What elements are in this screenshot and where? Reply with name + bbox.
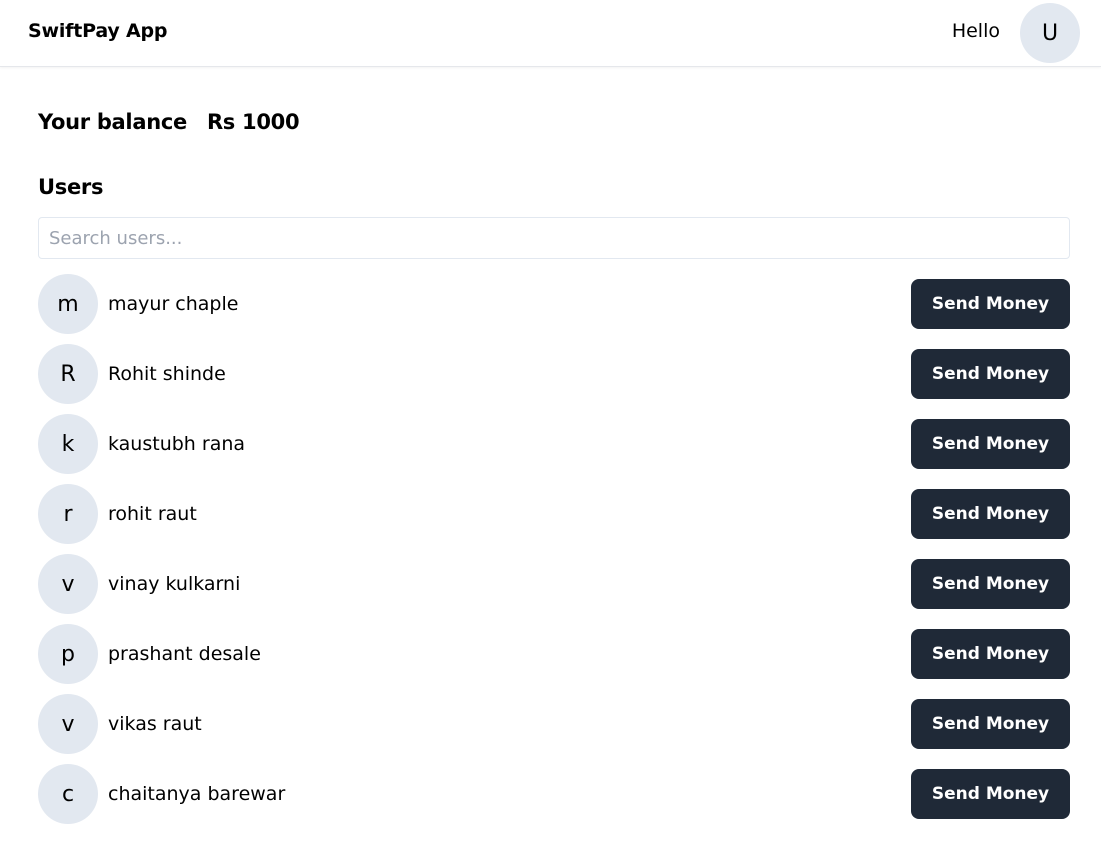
list-item: p prashant desale Send Money [38, 624, 1070, 694]
avatar: r [38, 484, 98, 544]
avatar: m [38, 274, 98, 334]
list-item: m mayur chaple Send Money [38, 274, 1070, 344]
balance-label: Your balance [38, 110, 187, 134]
user-list: m mayur chaple Send Money R Rohit shinde Send… [38, 274, 1070, 834]
avatar: v [38, 554, 98, 614]
send-money-button[interactable]: Send Money [911, 699, 1070, 749]
send-money-button[interactable]: Send Money [911, 629, 1070, 679]
list-item: c chaitanya barewar Send Money [38, 764, 1070, 834]
greeting-text: Hello [951, 20, 1000, 42]
send-money-button[interactable]: Send Money [911, 279, 1070, 329]
send-money-button[interactable]: Send Money [911, 419, 1070, 469]
users-heading: Users [38, 175, 104, 199]
user-avatar[interactable]: U [1020, 3, 1080, 63]
list-item: k kaustubh rana Send Money [38, 414, 1070, 484]
user-name: mayur chaple [108, 293, 239, 315]
send-money-button[interactable]: Send Money [911, 559, 1070, 609]
list-item: v vinay kulkarni Send Money [38, 554, 1070, 624]
user-name: vinay kulkarni [108, 573, 241, 595]
avatar: c [38, 764, 98, 824]
send-money-button[interactable]: Send Money [911, 489, 1070, 539]
user-name: Rohit shinde [108, 363, 226, 385]
user-name: vikas raut [108, 713, 202, 735]
send-money-button[interactable]: Send Money [911, 769, 1070, 819]
list-item: v vikas raut Send Money [38, 694, 1070, 764]
avatar-initial: U [1041, 20, 1059, 46]
balance-section: Your balance Rs 1000 [38, 110, 300, 134]
top-bar: SwiftPay App Hello U [0, 0, 1101, 67]
user-name: chaitanya barewar [108, 783, 286, 805]
search-input[interactable] [38, 217, 1070, 259]
list-item: R Rohit shinde Send Money [38, 344, 1070, 414]
user-name: kaustubh rana [108, 433, 246, 455]
user-name: prashant desale [108, 643, 261, 665]
list-item: r rohit raut Send Money [38, 484, 1070, 554]
avatar: p [38, 624, 98, 684]
app-title: SwiftPay App [28, 20, 168, 42]
user-name: rohit raut [108, 503, 197, 525]
send-money-button[interactable]: Send Money [911, 349, 1070, 399]
avatar: k [38, 414, 98, 474]
avatar: R [38, 344, 98, 404]
avatar: v [38, 694, 98, 754]
balance-amount: Rs 1000 [206, 110, 300, 134]
